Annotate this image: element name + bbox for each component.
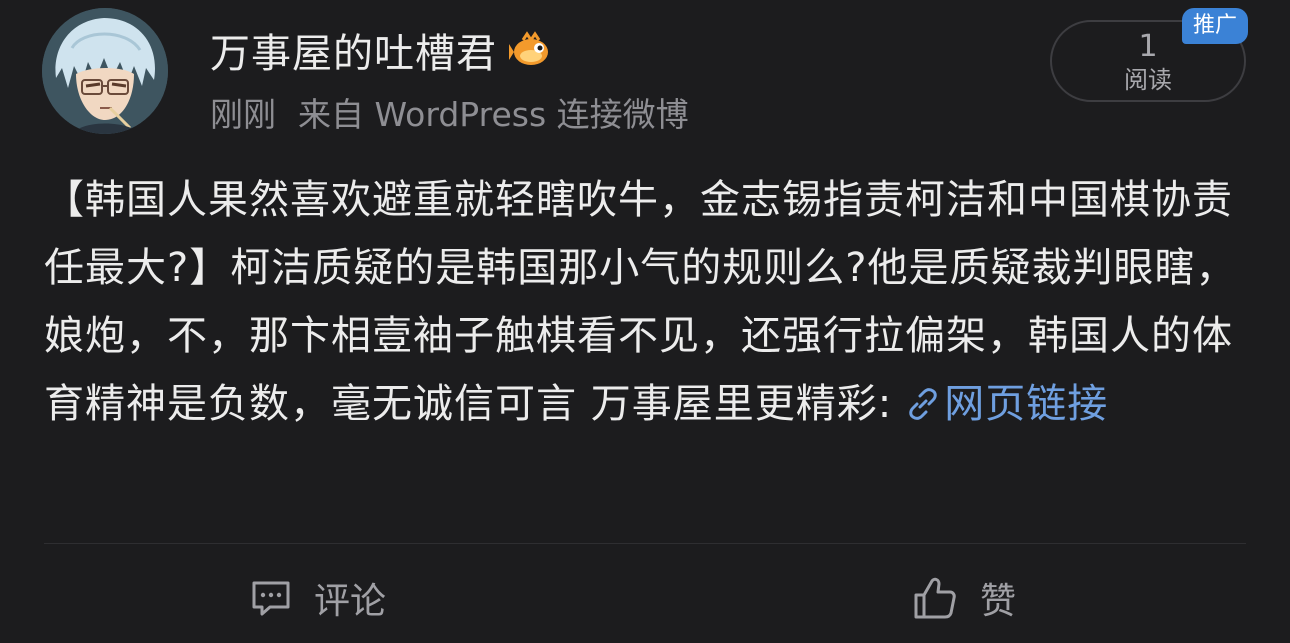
like-button[interactable]: 赞 bbox=[912, 568, 1016, 628]
divider bbox=[44, 543, 1246, 544]
vip-fish-badge-icon[interactable] bbox=[509, 28, 553, 72]
comment-button[interactable]: 评论 bbox=[250, 568, 386, 628]
web-link-label: 网页链接 bbox=[944, 381, 1109, 427]
post-meta: 刚刚 来自 WordPress 连接微博 bbox=[210, 88, 689, 136]
comment-label: 评论 bbox=[314, 581, 387, 622]
weibo-post-card: 万事屋的吐槽君 刚刚 来自 WordPress 连接微博 1 阅读 推广 【韩国人… bbox=[0, 0, 1290, 643]
avatar-icon bbox=[42, 8, 168, 134]
read-label: 阅读 bbox=[1124, 66, 1172, 94]
like-label: 赞 bbox=[980, 581, 1017, 622]
comment-icon bbox=[252, 581, 290, 616]
promo-badge: 推广 bbox=[1182, 8, 1248, 44]
post-source[interactable]: 来自 WordPress 连接微博 bbox=[298, 95, 689, 134]
username-row: 万事屋的吐槽君 bbox=[210, 22, 553, 78]
thumbs-up-icon bbox=[914, 577, 956, 619]
post-body: 【韩国人果然喜欢避重就轻瞎吹牛，金志锡指责柯洁和中国棋协责任最大?】柯洁质疑的是… bbox=[44, 166, 1246, 438]
avatar[interactable] bbox=[42, 8, 168, 134]
username[interactable]: 万事屋的吐槽君 bbox=[210, 21, 497, 79]
link-icon bbox=[909, 388, 937, 420]
post-time: 刚刚 bbox=[210, 95, 276, 134]
web-link[interactable]: 网页链接 bbox=[892, 381, 1108, 427]
